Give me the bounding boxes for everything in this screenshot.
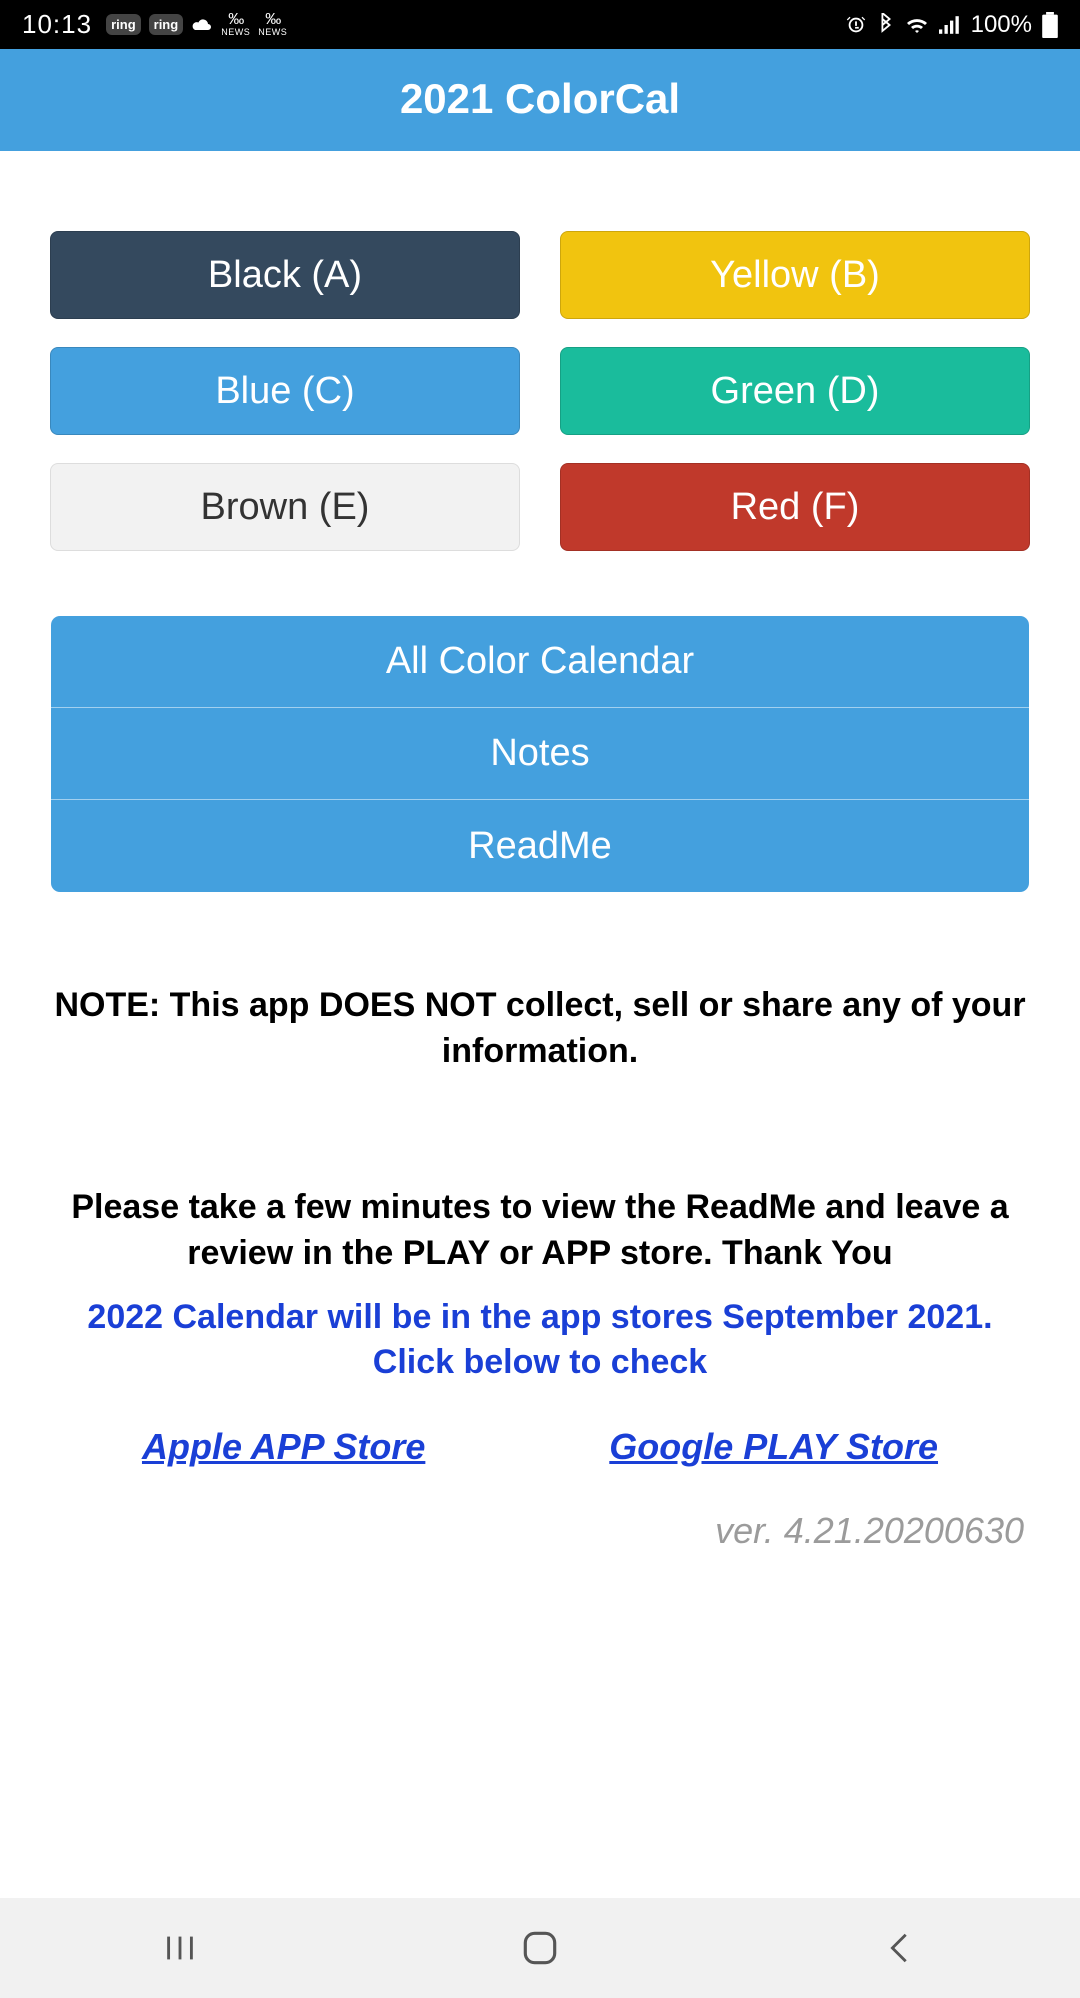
privacy-note: NOTE: This app DOES NOT collect, sell or…: [50, 983, 1030, 1075]
app-title: 2021 ColorCal: [0, 75, 1080, 123]
ring-icon: ring: [106, 14, 141, 35]
apple-store-link[interactable]: Apple APP Store: [142, 1426, 425, 1468]
menu-notes[interactable]: Notes: [51, 708, 1029, 800]
ring-icon: ring: [149, 14, 184, 35]
alarm-icon: [845, 14, 867, 36]
status-left: 10:13 ring ring ‰ NEWS ‰ NEWS: [22, 9, 287, 40]
upcoming-note: 2022 Calendar will be in the app stores …: [50, 1295, 1030, 1387]
app-header: 2021 ColorCal: [0, 49, 1080, 151]
signal-icon: [939, 16, 961, 34]
cloud-icon: [191, 17, 213, 33]
nav-recents-button[interactable]: [154, 1922, 206, 1974]
color-blue-button[interactable]: Blue (C): [50, 347, 520, 435]
color-grid: Black (A) Yellow (B) Blue (C) Green (D) …: [50, 231, 1030, 551]
status-tray: ring ring ‰ NEWS ‰ NEWS: [106, 12, 287, 37]
google-store-link[interactable]: Google PLAY Store: [609, 1426, 938, 1468]
menu-readme[interactable]: ReadMe: [51, 800, 1029, 892]
bluetooth-icon: [877, 13, 895, 37]
android-navbar: [0, 1898, 1080, 1998]
color-brown-button[interactable]: Brown (E): [50, 463, 520, 551]
color-red-button[interactable]: Red (F): [560, 463, 1030, 551]
status-bar: 10:13 ring ring ‰ NEWS ‰ NEWS: [0, 0, 1080, 49]
review-note: Please take a few minutes to view the Re…: [50, 1185, 1030, 1277]
nav-back-button[interactable]: [874, 1922, 926, 1974]
nav-home-button[interactable]: [514, 1922, 566, 1974]
wifi-icon: [905, 15, 929, 35]
news-icon: ‰ NEWS: [221, 12, 250, 37]
news-icon: ‰ NEWS: [258, 12, 287, 37]
menu-list: All Color Calendar Notes ReadMe: [50, 615, 1030, 893]
menu-all-color-calendar[interactable]: All Color Calendar: [51, 616, 1029, 708]
battery-pct: 100%: [971, 11, 1032, 39]
status-right: 100%: [845, 11, 1058, 39]
version-label: ver. 4.21.20200630: [50, 1510, 1030, 1552]
battery-icon: [1042, 12, 1058, 38]
color-yellow-button[interactable]: Yellow (B): [560, 231, 1030, 319]
color-green-button[interactable]: Green (D): [560, 347, 1030, 435]
color-black-button[interactable]: Black (A): [50, 231, 520, 319]
status-time: 10:13: [22, 9, 92, 40]
store-links: Apple APP Store Google PLAY Store: [50, 1426, 1030, 1468]
